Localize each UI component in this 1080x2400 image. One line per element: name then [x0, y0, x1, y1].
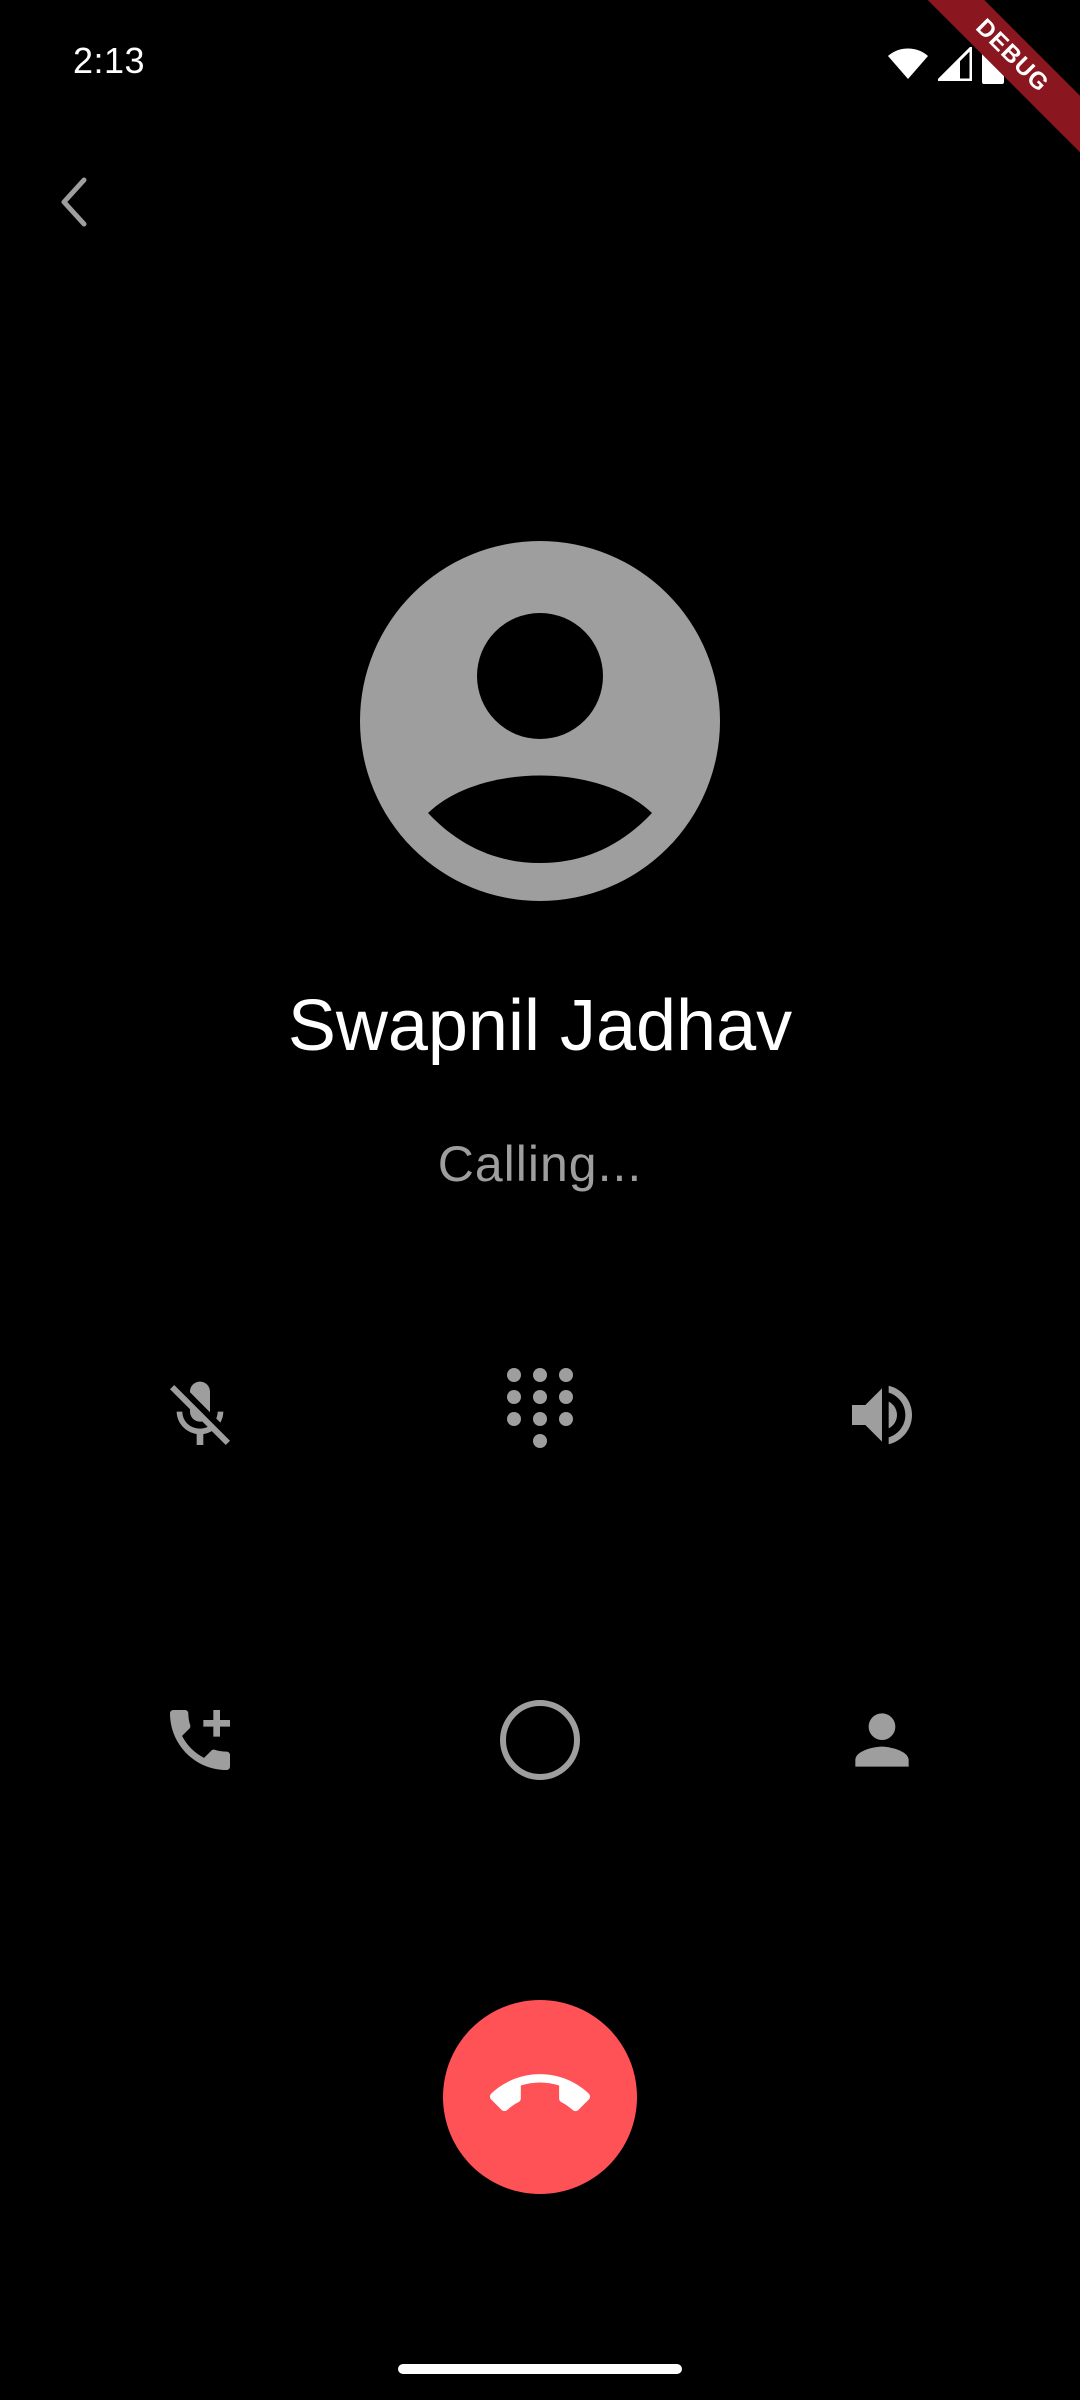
person-icon — [842, 1700, 922, 1780]
person-avatar-icon — [360, 541, 720, 905]
status-icons — [888, 44, 1004, 84]
back-button[interactable] — [36, 166, 112, 242]
contact-button[interactable] — [812, 1670, 952, 1810]
dialpad-icon — [500, 1365, 580, 1465]
record-button[interactable] — [470, 1670, 610, 1810]
call-status: Calling... — [437, 1136, 643, 1192]
cellular-signal-icon — [938, 47, 972, 81]
mute-button[interactable] — [130, 1345, 270, 1485]
chevron-left-icon — [54, 172, 94, 237]
record-circle-icon — [498, 1698, 582, 1782]
add-call-button[interactable] — [130, 1670, 270, 1810]
speaker-button[interactable] — [812, 1345, 952, 1485]
end-call-button[interactable] — [443, 2000, 637, 2194]
mic-off-icon — [160, 1375, 240, 1455]
battery-icon — [982, 44, 1004, 84]
speaker-icon — [842, 1375, 922, 1455]
call-end-icon — [490, 2045, 590, 2150]
wifi-icon — [888, 48, 928, 80]
status-bar: 2:13 — [0, 0, 1080, 130]
caller-avatar — [360, 541, 720, 901]
add-call-icon — [160, 1700, 240, 1780]
dialpad-button[interactable] — [470, 1345, 610, 1485]
home-indicator[interactable] — [398, 2364, 682, 2374]
status-time: 2:13 — [73, 40, 146, 81]
caller-name: Swapnil Jadhav — [287, 986, 793, 1066]
